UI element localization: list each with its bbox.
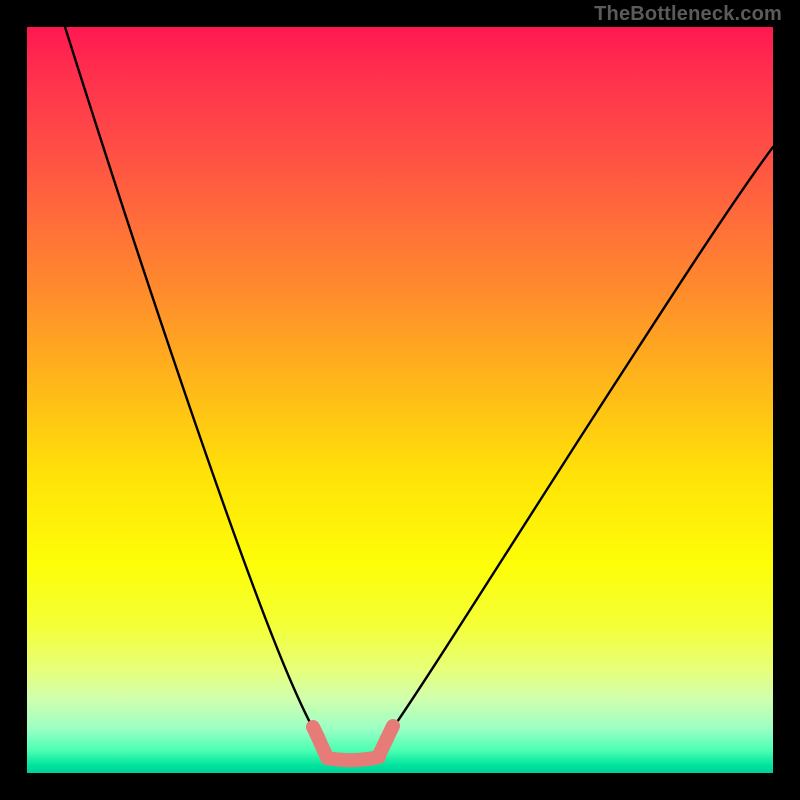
plot-area (27, 27, 773, 773)
highlight-right-stub (380, 726, 393, 753)
right-curve (386, 147, 773, 738)
curve-overlay (27, 27, 773, 773)
chart-container: TheBottleneck.com (0, 0, 800, 800)
left-curve (65, 27, 318, 737)
highlight-left-stub (313, 727, 325, 753)
watermark-text: TheBottleneck.com (594, 3, 782, 26)
highlight-bottom-bar (327, 757, 379, 760)
